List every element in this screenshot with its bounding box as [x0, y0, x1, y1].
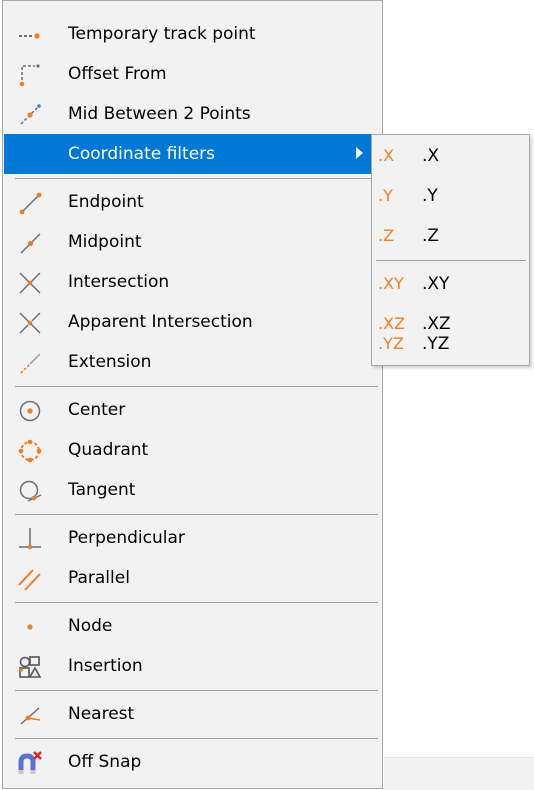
center-icon: [18, 399, 42, 423]
submenu-item-label: .Z: [422, 226, 440, 246]
menu-item-label: Endpoint: [68, 192, 144, 212]
menu-item-label: Intersection: [68, 272, 170, 292]
apparent-intersection-icon: [18, 311, 42, 335]
menu-item-label: Coordinate filters: [68, 144, 215, 164]
coordinate-filters-submenu: .X .X .Y .Y .Z .Z .XY .XY .XZ .XZ .YZ .YZ: [371, 134, 530, 366]
menu-item-label: Parallel: [68, 568, 130, 588]
menu-item-label: Perpendicular: [68, 528, 185, 548]
tangent-icon: [18, 479, 42, 503]
menu-item-coordinate-filters[interactable]: Coordinate filters: [4, 134, 381, 174]
menu-item-mid-between-2-points[interactable]: Mid Between 2 Points: [4, 94, 381, 134]
menu-item-label: Extension: [68, 352, 152, 372]
node-icon: [18, 615, 42, 639]
menu-item-node[interactable]: Node: [4, 606, 381, 646]
xy-filter-icon: .XY: [378, 274, 404, 293]
submenu-item-yz[interactable]: .YZ .YZ: [372, 324, 529, 364]
submenu-item-label: .YZ: [422, 334, 450, 354]
menu-item-quadrant[interactable]: Quadrant: [4, 430, 381, 470]
y-filter-icon: .Y: [378, 186, 393, 205]
perpendicular-icon: [18, 527, 42, 551]
menu-item-label: Midpoint: [68, 232, 142, 252]
menu-item-label: Apparent Intersection: [68, 312, 253, 332]
menu-item-label: Tangent: [68, 480, 136, 500]
temporary-track-point-icon: [18, 23, 42, 47]
z-filter-icon: .Z: [378, 226, 395, 245]
submenu-item-z[interactable]: .Z .Z: [372, 216, 529, 256]
intersection-icon: [18, 271, 42, 295]
menu-separator: [15, 514, 378, 515]
menu-item-parallel[interactable]: Parallel: [4, 558, 381, 598]
menu-separator: [15, 602, 378, 603]
menu-item-label: Offset From: [68, 64, 167, 84]
menu-item-temporary-track-point[interactable]: Temporary track point: [4, 14, 381, 54]
offset-from-icon: [18, 63, 42, 87]
endpoint-icon: [18, 191, 42, 215]
parallel-icon: [18, 567, 42, 591]
off-snap-icon: [18, 751, 42, 775]
insertion-icon: [18, 655, 42, 679]
extension-icon: [18, 351, 42, 375]
menu-item-perpendicular[interactable]: Perpendicular: [4, 518, 381, 558]
menu-item-label: Quadrant: [68, 440, 149, 460]
menu-item-midpoint[interactable]: Midpoint: [4, 222, 381, 262]
submenu-arrow-icon: [356, 147, 363, 159]
quadrant-icon: [18, 439, 42, 463]
x-filter-icon: .X: [378, 146, 395, 165]
menu-separator: [15, 386, 378, 387]
submenu-item-label: .Y: [422, 186, 438, 206]
yz-filter-icon: .YZ: [378, 334, 404, 353]
menu-item-center[interactable]: Center: [4, 390, 381, 430]
menu-separator: [15, 178, 378, 179]
midpoint-icon: [18, 231, 42, 255]
submenu-item-y[interactable]: .Y .Y: [372, 176, 529, 216]
object-snap-context-menu: Temporary track point Offset From Mid Be…: [2, 0, 383, 789]
menu-item-offset-from[interactable]: Offset From: [4, 54, 381, 94]
submenu-item-x[interactable]: .X .X: [372, 136, 529, 176]
submenu-item-xy[interactable]: .XY .XY: [372, 264, 529, 304]
menu-item-label: Insertion: [68, 656, 143, 676]
background-panel: [384, 757, 534, 790]
menu-item-tangent[interactable]: Tangent: [4, 470, 381, 510]
menu-item-insertion[interactable]: Insertion: [4, 646, 381, 686]
menu-item-label: Off Snap: [68, 752, 142, 772]
menu-item-apparent-intersection[interactable]: Apparent Intersection: [4, 302, 381, 342]
menu-separator: [15, 738, 378, 739]
menu-item-label: Center: [68, 400, 126, 420]
submenu-item-label: .XY: [422, 274, 450, 294]
menu-item-off-snap[interactable]: Off Snap: [4, 742, 381, 782]
mid-between-2-points-icon: [18, 103, 42, 127]
menu-item-label: Nearest: [68, 704, 135, 724]
menu-item-label: Mid Between 2 Points: [68, 104, 251, 124]
menu-item-label: Temporary track point: [68, 24, 256, 44]
nearest-icon: [18, 703, 42, 727]
menu-item-intersection[interactable]: Intersection: [4, 262, 381, 302]
menu-item-endpoint[interactable]: Endpoint: [4, 182, 381, 222]
menu-separator: [15, 690, 378, 691]
menu-item-nearest[interactable]: Nearest: [4, 694, 381, 734]
menu-item-extension[interactable]: Extension: [4, 342, 381, 382]
menu-item-label: Node: [68, 616, 113, 636]
submenu-separator: [376, 260, 526, 261]
submenu-item-label: .X: [422, 146, 440, 166]
